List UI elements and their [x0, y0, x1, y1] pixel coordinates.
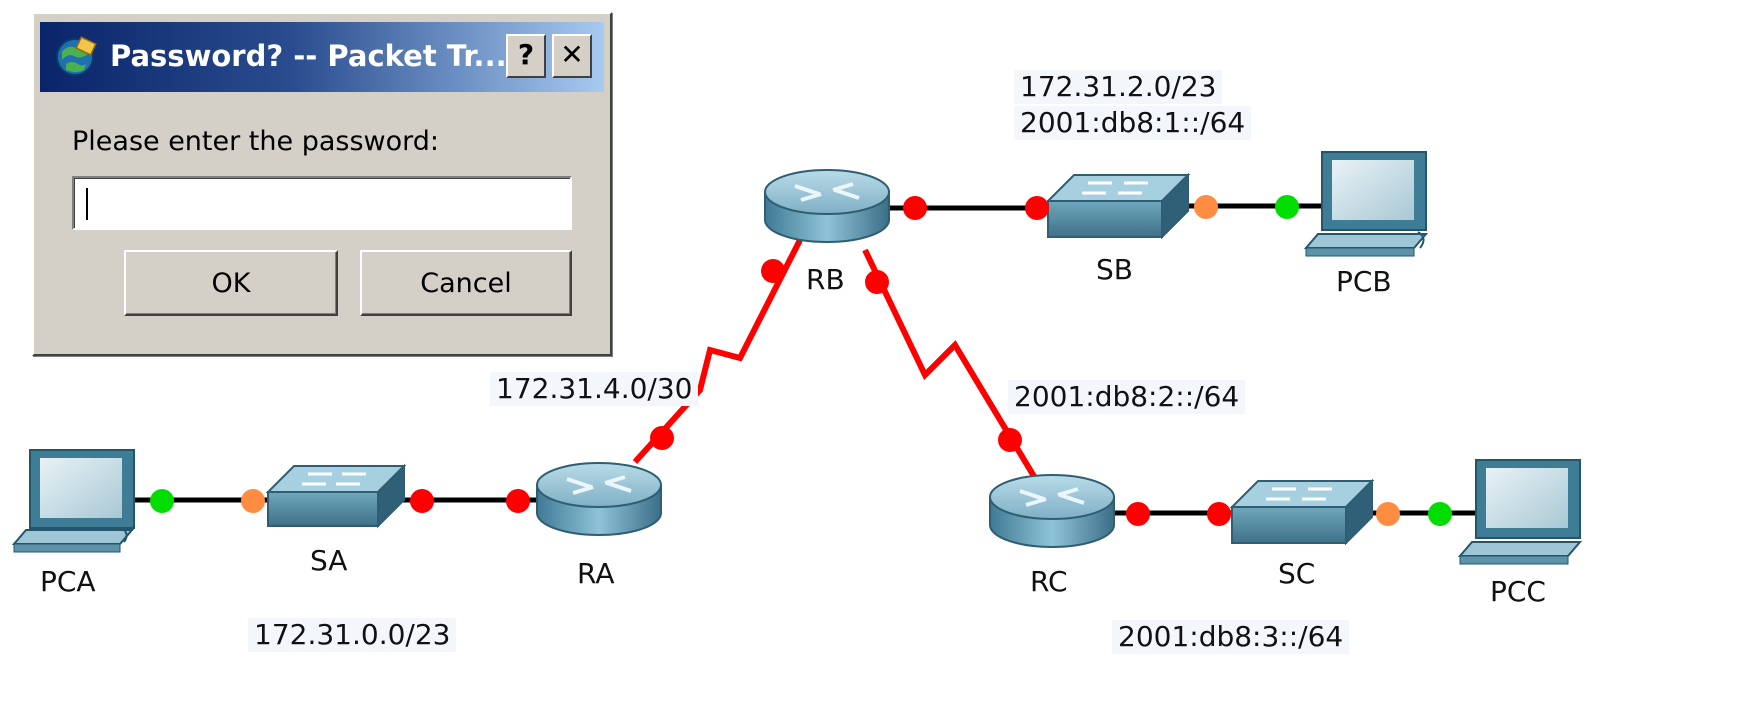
light-sb-rb-down: [1025, 196, 1049, 220]
light-sa-ra-down: [410, 489, 434, 513]
pc-pcb[interactable]: [1303, 151, 1429, 257]
light-sa-pca-pending: [241, 489, 265, 513]
light-sc-pcc-pending: [1376, 502, 1400, 526]
device-label-sa: SA: [310, 544, 348, 577]
router-rb[interactable]: [764, 169, 890, 243]
light-sc-rc-down: [1207, 502, 1231, 526]
help-button[interactable]: ?: [506, 34, 546, 78]
switch-sc[interactable]: [1229, 478, 1375, 546]
switch-sa[interactable]: [265, 463, 407, 529]
light-rb-serial-ra-down: [761, 259, 785, 283]
device-label-ra: RA: [577, 557, 615, 590]
text-caret: [86, 188, 88, 220]
device-label-sc: SC: [1278, 557, 1316, 590]
pc-pca[interactable]: [11, 449, 135, 553]
router-ra[interactable]: [536, 462, 662, 536]
light-rb-serial-rc-down: [865, 270, 889, 294]
network-label-lan-a: 172.31.0.0/23: [248, 618, 457, 652]
dialog-title: Password? -- Packet Tr...: [110, 39, 507, 73]
light-rc-sc-down: [1126, 502, 1150, 526]
light-ra-serial-down: [650, 426, 674, 450]
password-prompt: Please enter the password:: [72, 126, 439, 157]
switch-sb[interactable]: [1045, 172, 1191, 240]
ok-button[interactable]: OK: [124, 250, 338, 316]
router-rc[interactable]: [989, 474, 1115, 548]
device-label-pcb: PCB: [1336, 265, 1392, 298]
light-pcc-up: [1428, 502, 1452, 526]
device-label-rc: RC: [1030, 565, 1068, 598]
light-ra-sa-down: [506, 489, 530, 513]
device-label-sb: SB: [1096, 253, 1133, 286]
light-pca-up: [150, 489, 174, 513]
password-dialog: Password? -- Packet Tr... ? ✕ Please ent…: [32, 12, 612, 356]
network-label-rb-sb-ipv6: 2001:db8:1::/64: [1014, 106, 1252, 140]
dialog-titlebar[interactable]: Password? -- Packet Tr... ? ✕: [40, 22, 604, 92]
light-rc-serial-down: [998, 428, 1022, 452]
network-label-ra-rb: 172.31.4.0/30: [490, 372, 699, 406]
pc-pcc[interactable]: [1457, 459, 1583, 565]
password-input[interactable]: [72, 176, 572, 230]
network-label-rb-rc: 2001:db8:2::/64: [1008, 380, 1246, 414]
packet-tracer-icon: [56, 36, 97, 76]
light-pcb-up: [1275, 195, 1299, 219]
network-label-rb-sb-ipv4: 172.31.2.0/23: [1014, 70, 1223, 104]
device-label-pca: PCA: [40, 565, 96, 598]
light-rb-sb-down: [903, 196, 927, 220]
device-label-rb: RB: [806, 263, 845, 296]
network-label-lan-c: 2001:db8:3::/64: [1112, 620, 1350, 654]
device-label-pcc: PCC: [1490, 575, 1546, 608]
cancel-button[interactable]: Cancel: [360, 250, 572, 316]
close-button[interactable]: ✕: [552, 34, 592, 78]
light-sb-pcb-pending: [1194, 195, 1218, 219]
